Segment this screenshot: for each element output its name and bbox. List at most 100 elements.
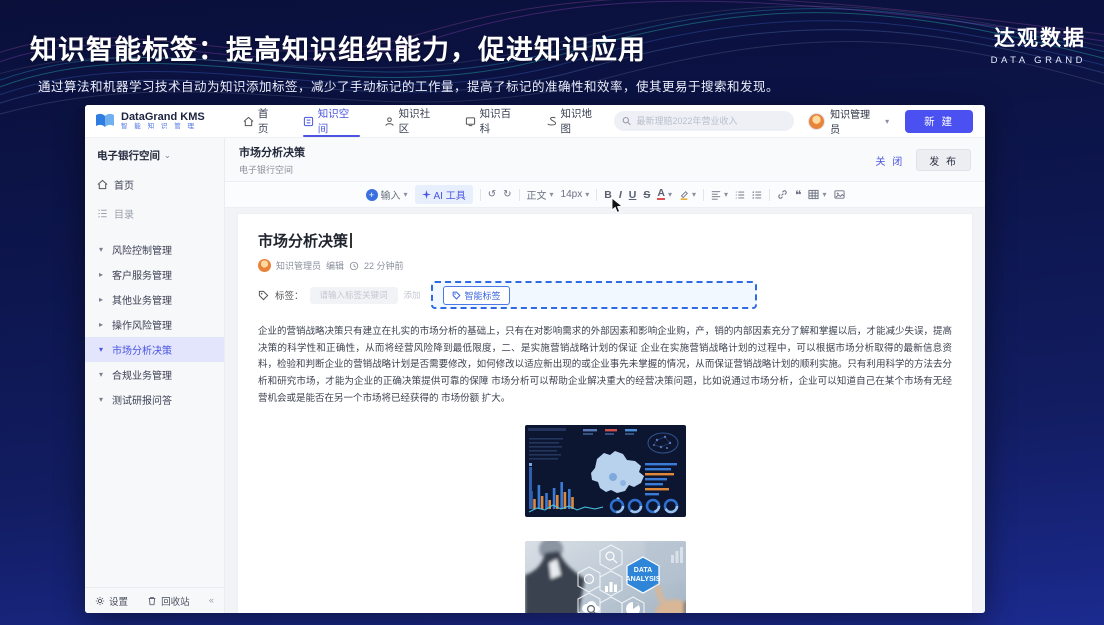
search-box[interactable] bbox=[614, 111, 794, 131]
align-left-icon bbox=[711, 190, 721, 200]
collapse-sidebar-icon[interactable]: « bbox=[209, 595, 214, 606]
paragraph-style-select[interactable]: 正文▾ bbox=[527, 187, 554, 202]
highlight-icon bbox=[679, 190, 689, 200]
toolbar-separator bbox=[769, 189, 770, 201]
nav-item-knowledge-community[interactable]: 知识社区 bbox=[372, 105, 453, 137]
tree-item-market-analysis[interactable]: ▾市场分析决策 bbox=[85, 337, 224, 362]
table-button[interactable]: ▾ bbox=[808, 189, 826, 200]
ordered-list-button[interactable] bbox=[735, 190, 745, 200]
tree-item-operational-risk[interactable]: ▸操作风险管理 bbox=[85, 312, 224, 337]
search-input[interactable] bbox=[637, 116, 787, 126]
nav-item-knowledge-space[interactable]: 知识空间 bbox=[291, 105, 372, 137]
highlight-color-button[interactable]: ▾ bbox=[679, 190, 696, 200]
data-analysis-photo[interactable]: DATA ANALYSIS bbox=[525, 541, 686, 613]
doc-header-space[interactable]: 电子银行空间 bbox=[239, 163, 305, 176]
user-menu[interactable]: 知识管理员 ▾ bbox=[808, 106, 889, 136]
tree-item-other-business[interactable]: ▸其他业务管理 bbox=[85, 287, 224, 312]
image-icon bbox=[834, 189, 845, 200]
clock-icon bbox=[349, 261, 359, 271]
font-size-select[interactable]: 14px▾ bbox=[561, 189, 590, 200]
caret-right-icon: ▸ bbox=[99, 270, 107, 279]
tree-item-label: 合规业务管理 bbox=[112, 367, 172, 382]
align-button[interactable]: ▾ bbox=[711, 190, 728, 200]
tree-item-label: 市场分析决策 bbox=[112, 342, 172, 357]
document-title[interactable]: 市场分析决策 bbox=[258, 230, 952, 251]
document-body[interactable]: 企业的营销战略决策只有建立在扎实的市场分析的基础上，只有在对影响需求的外部因素和… bbox=[258, 324, 952, 407]
user-avatar bbox=[808, 113, 825, 130]
edit-time: 22 分钟前 bbox=[364, 259, 404, 272]
smart-tag-chip[interactable]: 智能标签 bbox=[443, 286, 510, 305]
ai-tools-label: AI 工具 bbox=[434, 187, 466, 202]
tag-icon bbox=[258, 290, 269, 301]
editor-toolbar: + 输入 ▾ AI 工具 ↺ ↻ 正文▾ 14px▾ B I U S bbox=[225, 182, 985, 208]
document-title-text: 市场分析决策 bbox=[258, 230, 348, 251]
redo-icon: ↻ bbox=[503, 189, 511, 200]
sidebar-item-label: 目录 bbox=[114, 206, 134, 221]
toolbar-separator bbox=[480, 189, 481, 201]
dashboard-image[interactable] bbox=[525, 425, 686, 517]
tree-item-compliance[interactable]: ▾合规业务管理 bbox=[85, 362, 224, 387]
smart-tag-label: 智能标签 bbox=[465, 289, 501, 302]
ai-tools-button[interactable]: AI 工具 bbox=[415, 185, 473, 204]
link-icon bbox=[777, 189, 788, 200]
nav-label: 知识地图 bbox=[560, 106, 602, 136]
tree-item-risk-control[interactable]: ▾风险控制管理 bbox=[85, 237, 224, 262]
caret-down-icon: ▾ bbox=[585, 190, 589, 199]
font-color-button[interactable]: A▾ bbox=[657, 189, 672, 200]
tags-label: 标签： bbox=[275, 288, 304, 302]
top-navbar: DataGrand KMS 智 能 知 识 管 理 首页 知识空间 知识社区 知… bbox=[85, 105, 985, 138]
table-icon bbox=[808, 189, 819, 200]
logo-title: DataGrand KMS bbox=[121, 111, 205, 123]
logo-subtitle: 智 能 知 识 管 理 bbox=[121, 123, 205, 131]
insert-label: 输入 bbox=[381, 187, 401, 202]
nav-label: 知识社区 bbox=[399, 106, 441, 136]
nav-item-home[interactable]: 首页 bbox=[231, 105, 291, 137]
tag-input-placeholder[interactable]: 请输入标签关键词 bbox=[310, 287, 398, 304]
space-switcher[interactable]: 电子银行空间 ⌄ bbox=[97, 148, 212, 163]
close-button[interactable]: 关 闭 bbox=[875, 153, 904, 168]
settings-label[interactable]: 设置 bbox=[109, 594, 128, 608]
community-icon bbox=[384, 116, 395, 127]
link-button[interactable] bbox=[777, 189, 788, 200]
recycle-bin-label[interactable]: 回收站 bbox=[161, 594, 190, 608]
document-page[interactable]: 市场分析决策 知识管理员 编辑 22 分钟前 标签： 请输入标签关键词 bbox=[237, 213, 973, 613]
redo-button[interactable]: ↻ bbox=[503, 189, 511, 200]
app-logo[interactable]: DataGrand KMS 智 能 知 识 管 理 bbox=[95, 111, 223, 131]
logo-text: DataGrand KMS 智 能 知 识 管 理 bbox=[121, 111, 205, 131]
nav-item-knowledge-map[interactable]: 知识地图 bbox=[534, 105, 615, 137]
knowledge-space-icon bbox=[303, 116, 314, 127]
quote-button[interactable]: ❝ bbox=[795, 191, 801, 199]
tree-item-customer-service[interactable]: ▸客户服务管理 bbox=[85, 262, 224, 287]
new-button[interactable]: 新 建 bbox=[905, 110, 973, 133]
caret-right-icon: ▸ bbox=[99, 320, 107, 329]
publish-button[interactable]: 发 布 bbox=[916, 149, 971, 171]
undo-icon: ↺ bbox=[488, 189, 496, 200]
caret-down-icon: ▾ bbox=[404, 190, 408, 199]
nav-label: 知识空间 bbox=[318, 106, 360, 136]
underline-button[interactable]: U bbox=[629, 189, 637, 201]
tree-item-test-report[interactable]: ▾测试研报问答 bbox=[85, 387, 224, 412]
tree-item-label: 测试研报问答 bbox=[112, 392, 172, 407]
toolbar-separator bbox=[703, 189, 704, 201]
strikethrough-button[interactable]: S bbox=[643, 189, 650, 201]
brand-logo: 达观数据 DATA GRAND bbox=[991, 22, 1086, 66]
unordered-list-button[interactable] bbox=[752, 190, 762, 200]
insert-menu-button[interactable]: + 输入 ▾ bbox=[366, 187, 408, 202]
sidebar: 电子银行空间 ⌄ 首页 目录 ▾风险控制管理 ▸客户服务管理 ▸其他业务管理 ▸… bbox=[85, 138, 225, 613]
datagrand-logo-icon bbox=[95, 112, 115, 130]
gear-icon bbox=[95, 596, 105, 606]
image-button[interactable] bbox=[834, 189, 845, 200]
undo-button[interactable]: ↺ bbox=[488, 189, 496, 200]
slide-title: 知识智能标签：提高知识组织能力，促进知识应用 bbox=[30, 28, 646, 67]
main-panel: 市场分析决策 电子银行空间 关 闭 发 布 + 输入 ▾ AI 工具 bbox=[225, 138, 985, 613]
mouse-cursor bbox=[611, 198, 623, 214]
brand-name-cn: 达观数据 bbox=[991, 22, 1086, 52]
tag-add-button[interactable]: 添加 bbox=[404, 289, 421, 301]
toolbar-separator bbox=[519, 189, 520, 201]
sidebar-item-home[interactable]: 首页 bbox=[97, 177, 212, 192]
sidebar-item-catalog[interactable]: 目录 bbox=[97, 206, 212, 221]
nav-item-knowledge-wiki[interactable]: 知识百科 bbox=[453, 105, 534, 137]
underline-icon: U bbox=[629, 189, 637, 201]
caret-down-icon: ▾ bbox=[99, 245, 107, 254]
chevron-down-icon: ▾ bbox=[885, 117, 889, 126]
